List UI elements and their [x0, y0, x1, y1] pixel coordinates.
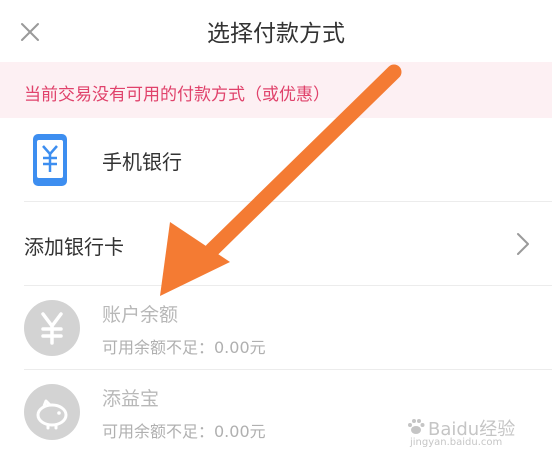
- balance-sub: 可用余额不足：0.00元: [102, 338, 266, 357]
- add-bank-card-label: 添加银行卡: [24, 235, 124, 259]
- mobile-bank-icon: [24, 132, 76, 188]
- mobile-bank-label: 手机银行: [102, 150, 182, 174]
- tianyibao-label: 添益宝: [102, 388, 160, 410]
- notice-text: 当前交易没有可用的付款方式（或优惠）: [24, 85, 330, 105]
- add-bank-card-row[interactable]: 添加银行卡: [0, 202, 552, 286]
- payment-method-tianyibao: 添益宝 可用余额不足：0.00元: [0, 370, 552, 454]
- balance-label: 账户余额: [102, 304, 179, 326]
- payment-method-mobile-bank[interactable]: 手机银行: [0, 118, 552, 202]
- tianyibao-sub: 可用余额不足：0.00元: [102, 422, 266, 441]
- header: 选择付款方式: [0, 0, 552, 62]
- piggy-bank-icon: [24, 384, 80, 440]
- payment-method-balance: 账户余额 可用余额不足：0.00元: [0, 286, 552, 370]
- notice-banner: 当前交易没有可用的付款方式（或优惠）: [0, 62, 552, 118]
- yuan-icon: [24, 300, 80, 356]
- page-title: 选择付款方式: [207, 21, 345, 47]
- chevron-right-icon: [516, 232, 530, 256]
